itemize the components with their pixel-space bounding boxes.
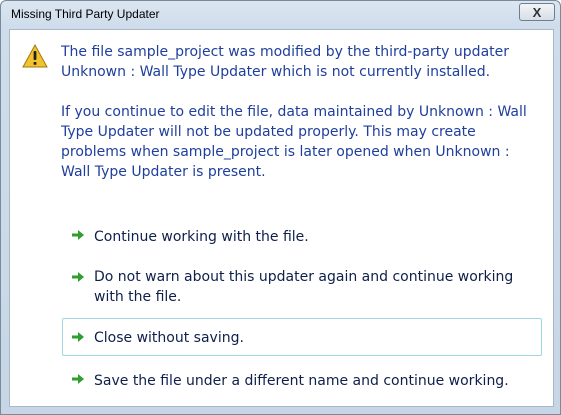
option-label: Save the file under a different name and… [94, 373, 509, 389]
option-do-not-warn[interactable]: Do not warn about this updater again and… [62, 263, 542, 311]
green-arrow-icon [72, 230, 84, 240]
window-title: Missing Third Party Updater [11, 7, 160, 21]
message-paragraph-2: If you continue to edit the file, data m… [61, 104, 527, 180]
warning-icon [22, 44, 48, 68]
dialog-content: The file sample_project was modified by … [9, 29, 554, 407]
green-arrow-icon [72, 272, 84, 282]
green-arrow-icon [72, 374, 84, 384]
green-arrow-icon [72, 332, 84, 342]
close-icon: X [532, 4, 542, 20]
close-button[interactable]: X [519, 3, 555, 21]
option-label: Continue working with the file. [94, 229, 309, 245]
option-label: Close without saving. [94, 330, 244, 346]
message-text: The file sample_project was modified by … [61, 42, 537, 182]
option-save-as[interactable]: Save the file under a different name and… [62, 365, 542, 395]
option-label: Do not warn about this updater again and… [94, 269, 514, 305]
option-close-without-saving[interactable]: Close without saving. [62, 318, 542, 356]
option-continue-working[interactable]: Continue working with the file. [62, 221, 542, 251]
dialog-window: Missing Third Party Updater X The file s… [0, 0, 561, 415]
title-bar[interactable]: Missing Third Party Updater X [1, 1, 560, 29]
message-paragraph-1: The file sample_project was modified by … [61, 44, 509, 80]
